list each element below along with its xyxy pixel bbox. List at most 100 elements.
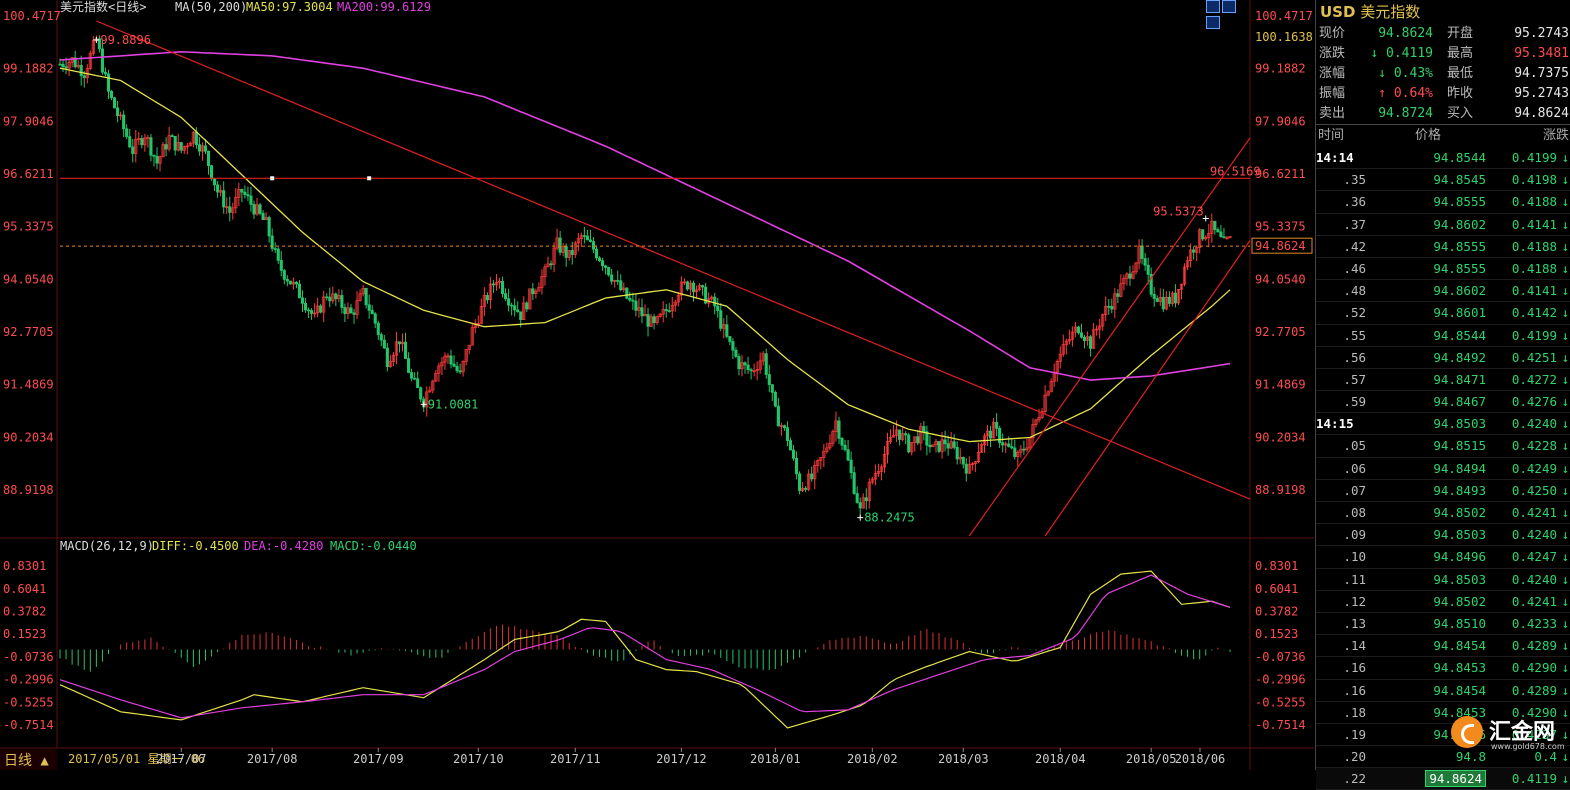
quote-label: 涨幅 [1319,66,1346,81]
candle-body [628,297,632,301]
candle-body [943,439,947,445]
macd-tick-right: 0.1523 [1255,627,1298,641]
candle-body [419,387,423,400]
tick-time: .08 [1343,505,1366,520]
tick-row[interactable]: .59 94.8467 0.4276 [1316,391,1570,414]
last-price-label: 94.8624 [1255,239,1306,253]
tick-row[interactable]: .46 94.8555 0.4188 [1316,258,1570,281]
quote-table: 现价 94.8624 开盘 95.2743 涨跌 ↓ 0.4119 最高 95.3481 涨幅 ↓… [1316,24,1570,124]
candle-body [946,443,950,449]
tick-row[interactable]: .07 94.8493 0.4250 [1316,480,1570,502]
y-tick-right: 92.7705 [1255,325,1306,339]
x-tick-label: 2018/02 [847,752,898,766]
tick-price-value: 94.8515 [1433,438,1486,454]
tick-row[interactable]: .16 94.8454 0.4289 [1316,680,1570,702]
tick-row[interactable]: .09 94.8503 0.4240 [1316,524,1570,547]
tick-price-value: 94.8503 [1433,571,1486,587]
tick-row[interactable]: .55 94.8544 0.4199 [1316,325,1570,347]
x-tick-label: 2018/04 [1035,752,1086,766]
price-chart[interactable]: 100.4717 100.4717 99.1882 99.1882 97.9046 97.… [0,0,1314,770]
candle-body [258,204,262,214]
tick-row[interactable]: 14:14 94.8544 0.4199 [1316,147,1570,170]
ma200-label: MA200:99.6129 [337,0,431,14]
candle-body [252,204,256,215]
tick-row[interactable]: .11 94.8503 0.4240 [1316,569,1570,591]
macd-tick-left: 0.8301 [3,559,46,573]
candle-body [749,369,753,372]
candle-body [349,307,353,314]
candle-body [179,142,183,151]
tick-row[interactable]: 14:15 94.8503 0.4240 [1316,413,1570,436]
tick-row[interactable]: .56 94.8492 0.4251 [1316,347,1570,369]
timeframe-button[interactable]: 日线 ▲ [4,753,49,769]
candle-body [113,97,117,109]
toolbar-button-2[interactable] [1222,0,1236,13]
tick-row[interactable]: .52 94.8601 0.4142 [1316,302,1570,325]
tick-row[interactable]: .16 94.8453 0.4290 [1316,657,1570,680]
tick-row[interactable]: .35 94.8545 0.4198 [1316,169,1570,192]
tick-price-value: 94.8467 [1433,394,1486,410]
candle-body [352,312,356,315]
handle-2 [367,176,372,181]
candle-body [937,441,941,452]
tick-row[interactable]: .42 94.8555 0.4188 [1316,236,1570,258]
tick-time: .19 [1343,726,1366,742]
candle-body [837,420,841,439]
candle-body [510,304,514,307]
candle-body [640,307,644,317]
candle-body [1219,231,1223,238]
tick-row[interactable]: .05 94.8515 0.4228 [1316,435,1570,458]
candle-body [701,285,705,288]
toolbar-button-3[interactable] [1206,16,1220,29]
tick-row[interactable]: .06 94.8494 0.4249 [1316,458,1570,480]
quote-value: ↓ 0.4119 [1370,46,1433,61]
tick-change: 0.4250 [1486,480,1570,501]
macd-tick-right: -0.2996 [1255,673,1306,687]
tick-time: .37 [1343,216,1366,232]
tick-row[interactable]: .12 94.8502 0.4241 [1316,591,1570,613]
indicator-label: MA(50,200) [175,0,247,14]
tick-price: 94.8555 [1366,236,1486,257]
tick-price: 94.8493 [1366,480,1486,501]
tick-price: 94.8503 [1366,569,1486,590]
tick-row[interactable]: .08 94.8502 0.4241 [1316,502,1570,525]
macd-tick-left: 0.3782 [3,604,46,618]
tick-price-value: 94.8510 [1433,615,1486,631]
candle-body [343,307,347,315]
candle-body [898,429,902,440]
tick-row[interactable]: .10 94.8496 0.4247 [1316,546,1570,569]
chart-toolbar[interactable] [1206,0,1252,29]
tick-row[interactable]: .48 94.8602 0.4141 [1316,280,1570,303]
tick-row[interactable]: .37 94.8602 0.4141 [1316,214,1570,236]
tick-row[interactable]: .22 94.8624 0.4119 [1316,768,1570,790]
x-tick-label: 2017/11 [550,752,601,766]
tick-time: .22 [1343,771,1366,787]
tick-row[interactable]: .36 94.8555 0.4188 [1316,191,1570,214]
candle-body [952,441,956,448]
tick-price-value: 94.8454 [1433,638,1486,654]
candle-body [452,363,456,367]
tick-header-time: 时间 [1318,128,1345,143]
tick-row[interactable]: .14 94.8454 0.4289 [1316,635,1570,658]
tick-change: 0.4141 [1486,214,1570,235]
tick-price: 94.8502 [1366,591,1486,612]
candle-body [273,248,277,250]
tick-list[interactable]: 14:1494.85440.4199.3594.85450.4198.3694.… [1316,147,1570,790]
candle-body [646,314,650,327]
tick-time: .06 [1343,460,1366,476]
candle-body [382,339,386,349]
tick-price-value: 94.8555 [1433,260,1486,276]
toolbar-button-1[interactable] [1206,0,1220,13]
candle-body [106,73,111,92]
candle-body [570,250,574,255]
candle-body [604,265,608,268]
candle-body [743,362,747,366]
tick-time: .35 [1343,172,1366,188]
tick-price: 94.8467 [1366,391,1486,412]
candle-body [846,449,850,461]
candle-body [373,313,377,324]
candle-body [810,473,814,480]
tick-row[interactable]: .13 94.8510 0.4233 [1316,613,1570,636]
tick-time: .16 [1343,660,1366,676]
tick-row[interactable]: .57 94.8471 0.4272 [1316,369,1570,392]
